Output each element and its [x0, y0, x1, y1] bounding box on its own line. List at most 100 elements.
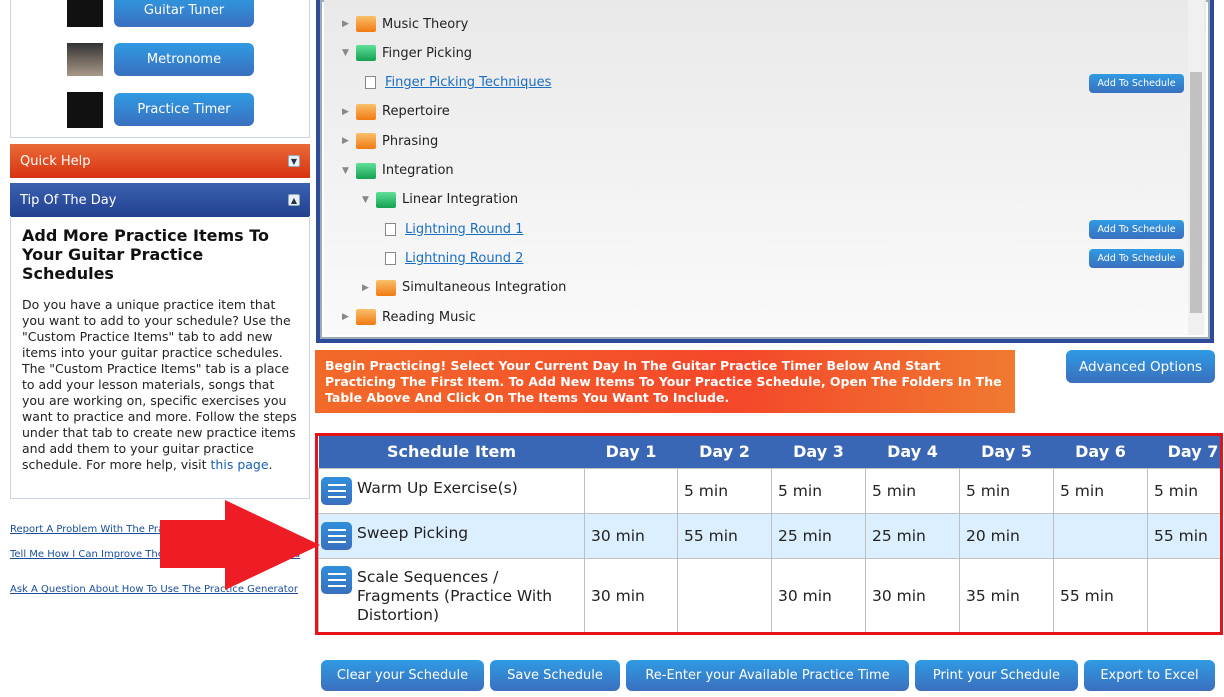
day-cell[interactable]: 30 min [584, 512, 678, 559]
day-cell[interactable]: 35 min [959, 557, 1054, 632]
clear-schedule-button[interactable]: Clear your Schedule [321, 660, 484, 691]
column-header: Day 2 [677, 436, 772, 468]
day-cell[interactable]: 30 min [771, 557, 866, 632]
day-cell[interactable] [1147, 557, 1220, 632]
day-cell[interactable] [677, 557, 772, 632]
instruction-banner: Begin Practicing! Select Your Current Da… [315, 350, 1015, 413]
metronome-button[interactable]: Metronome [114, 43, 254, 76]
folder-icon [356, 16, 376, 32]
collapsed-triangle-icon[interactable]: ▶ [342, 136, 356, 146]
collapsed-triangle-icon[interactable]: ▶ [342, 19, 356, 29]
expanded-triangle-icon[interactable]: ▼ [342, 48, 356, 58]
tip-of-the-day-header[interactable]: Tip Of The Day ▲ [10, 183, 310, 217]
tree-folder[interactable]: ▼ Integration [342, 160, 1186, 182]
folder-label[interactable]: Music Theory [382, 17, 468, 32]
schedule-item: Warm Up Exercise(s) [357, 478, 518, 497]
tree-item[interactable]: Lightning Round 2 [382, 247, 1186, 269]
print-schedule-button[interactable]: Print your Schedule [915, 660, 1078, 691]
advanced-options-button[interactable]: Advanced Options [1066, 350, 1215, 383]
tree-folder[interactable]: ▶ Reading Music [342, 306, 1186, 328]
folder-icon [356, 103, 376, 120]
tree-folder[interactable]: ▼ Linear Integration [362, 189, 1186, 211]
this-page-link[interactable]: this page [211, 457, 269, 472]
guitar-tuner-button[interactable]: Guitar Tuner [114, 0, 254, 27]
folder-label[interactable]: Finger Picking [382, 46, 472, 61]
scrollbar[interactable] [1188, 0, 1204, 335]
tree-folder[interactable]: ▶ Simultaneous Integration [362, 277, 1186, 299]
table-row: Warm Up Exercise(s) 5 min 5 min 5 min 5 min 5… [318, 467, 1220, 514]
menu-icon[interactable] [321, 566, 352, 594]
day-cell[interactable]: 5 min [959, 467, 1054, 514]
expanded-triangle-icon[interactable]: ▼ [362, 195, 376, 205]
column-header: Day 5 [959, 436, 1054, 468]
save-schedule-button[interactable]: Save Schedule [490, 660, 620, 691]
expanded-triangle-icon[interactable]: ▼ [342, 166, 356, 176]
column-header: Day 3 [771, 436, 866, 468]
table-row: Sweep Picking 30 min 55 min 25 min 25 min 20 … [318, 512, 1220, 559]
day-cell[interactable]: 55 min [1053, 557, 1148, 632]
schedule-item: Scale Sequences / Fragments (Practice Wi… [357, 568, 553, 624]
folder-label[interactable]: Phrasing [382, 134, 438, 149]
menu-icon[interactable] [321, 521, 352, 550]
day-cell[interactable] [584, 467, 678, 514]
metronome-icon [67, 43, 103, 76]
day-cell[interactable]: 5 min [1147, 467, 1220, 514]
day-cell[interactable]: 5 min [1053, 467, 1148, 514]
folder-label[interactable]: Repertoire [382, 104, 450, 119]
document-icon [385, 222, 396, 236]
day-cell[interactable]: 55 min [677, 512, 772, 559]
collapsed-triangle-icon[interactable]: ▶ [362, 283, 376, 293]
collapse-icon[interactable]: ▲ [288, 194, 300, 206]
day-cell[interactable]: 30 min [584, 557, 678, 632]
folder-icon [376, 279, 396, 296]
tip-body: Do you have a unique practice item that … [22, 297, 297, 472]
document-icon [365, 76, 376, 90]
folder-icon [356, 309, 376, 325]
expand-icon[interactable]: ▼ [288, 155, 300, 167]
tree-folder[interactable]: ▼ Finger Picking [342, 42, 1186, 64]
folder-label[interactable]: Linear Integration [402, 192, 518, 207]
schedule-table: Schedule Item Day 1 Day 2 Day 3 Day 4 Day 5 Da… [315, 433, 1223, 635]
folder-label[interactable]: Integration [382, 163, 454, 178]
item-link[interactable]: Lightning Round 1 [405, 222, 523, 237]
day-cell[interactable]: 5 min [677, 467, 772, 514]
collapsed-triangle-icon[interactable]: ▶ [342, 107, 356, 117]
folder-icon [376, 191, 396, 208]
tree-folder[interactable]: ▶ Music Theory [342, 13, 1186, 35]
tree-folder[interactable]: ▶ Repertoire [342, 101, 1186, 123]
day-cell[interactable]: 5 min [771, 467, 866, 514]
document-icon [385, 251, 396, 265]
day-cell[interactable]: 55 min [1147, 512, 1220, 559]
quick-help-header[interactable]: Quick Help ▼ [10, 144, 310, 178]
day-cell[interactable] [1053, 512, 1148, 559]
item-link[interactable]: Lightning Round 2 [405, 251, 523, 266]
tip-title: Tip Of The Day [20, 192, 117, 208]
day-cell[interactable]: 25 min [771, 512, 866, 559]
re-enter-time-button[interactable]: Re-Enter your Available Practice Time [626, 660, 909, 691]
menu-icon[interactable] [321, 476, 352, 505]
tip-heading: Add More Practice Items To Your Guitar P… [22, 226, 270, 283]
tip-content: Add More Practice Items To Your Guitar P… [10, 216, 310, 499]
collapsed-triangle-icon[interactable]: ▶ [342, 312, 356, 322]
item-link[interactable]: Finger Picking Techniques [385, 75, 551, 90]
practice-timer-button[interactable]: Practice Timer [114, 93, 254, 126]
tree-folder[interactable]: ▶ Phrasing [342, 130, 1186, 152]
folder-icon [356, 133, 376, 150]
column-header: Schedule Item [318, 436, 585, 468]
day-cell[interactable]: 20 min [959, 512, 1054, 559]
export-excel-button[interactable]: Export to Excel [1084, 660, 1215, 691]
red-arrow-icon [160, 500, 320, 590]
day-cell[interactable]: 5 min [865, 467, 960, 514]
folder-label[interactable]: Reading Music [382, 310, 476, 325]
tree-item[interactable]: Lightning Round 1 [382, 218, 1186, 240]
folder-icon [356, 45, 376, 62]
column-header: Day 1 [584, 436, 678, 468]
clock-icon [67, 92, 103, 128]
day-cell[interactable]: 25 min [865, 512, 960, 559]
practice-item-tree: ▶ Music Theory ▼ Finger Picking Add To Sched… [316, 0, 1214, 343]
table-row: Scale Sequences / Fragments (Practice Wi… [318, 557, 1220, 632]
column-header: Day 4 [865, 436, 960, 468]
tree-item[interactable]: Finger Picking Techniques [362, 72, 1186, 94]
folder-label[interactable]: Simultaneous Integration [402, 280, 566, 295]
day-cell[interactable]: 30 min [865, 557, 960, 632]
